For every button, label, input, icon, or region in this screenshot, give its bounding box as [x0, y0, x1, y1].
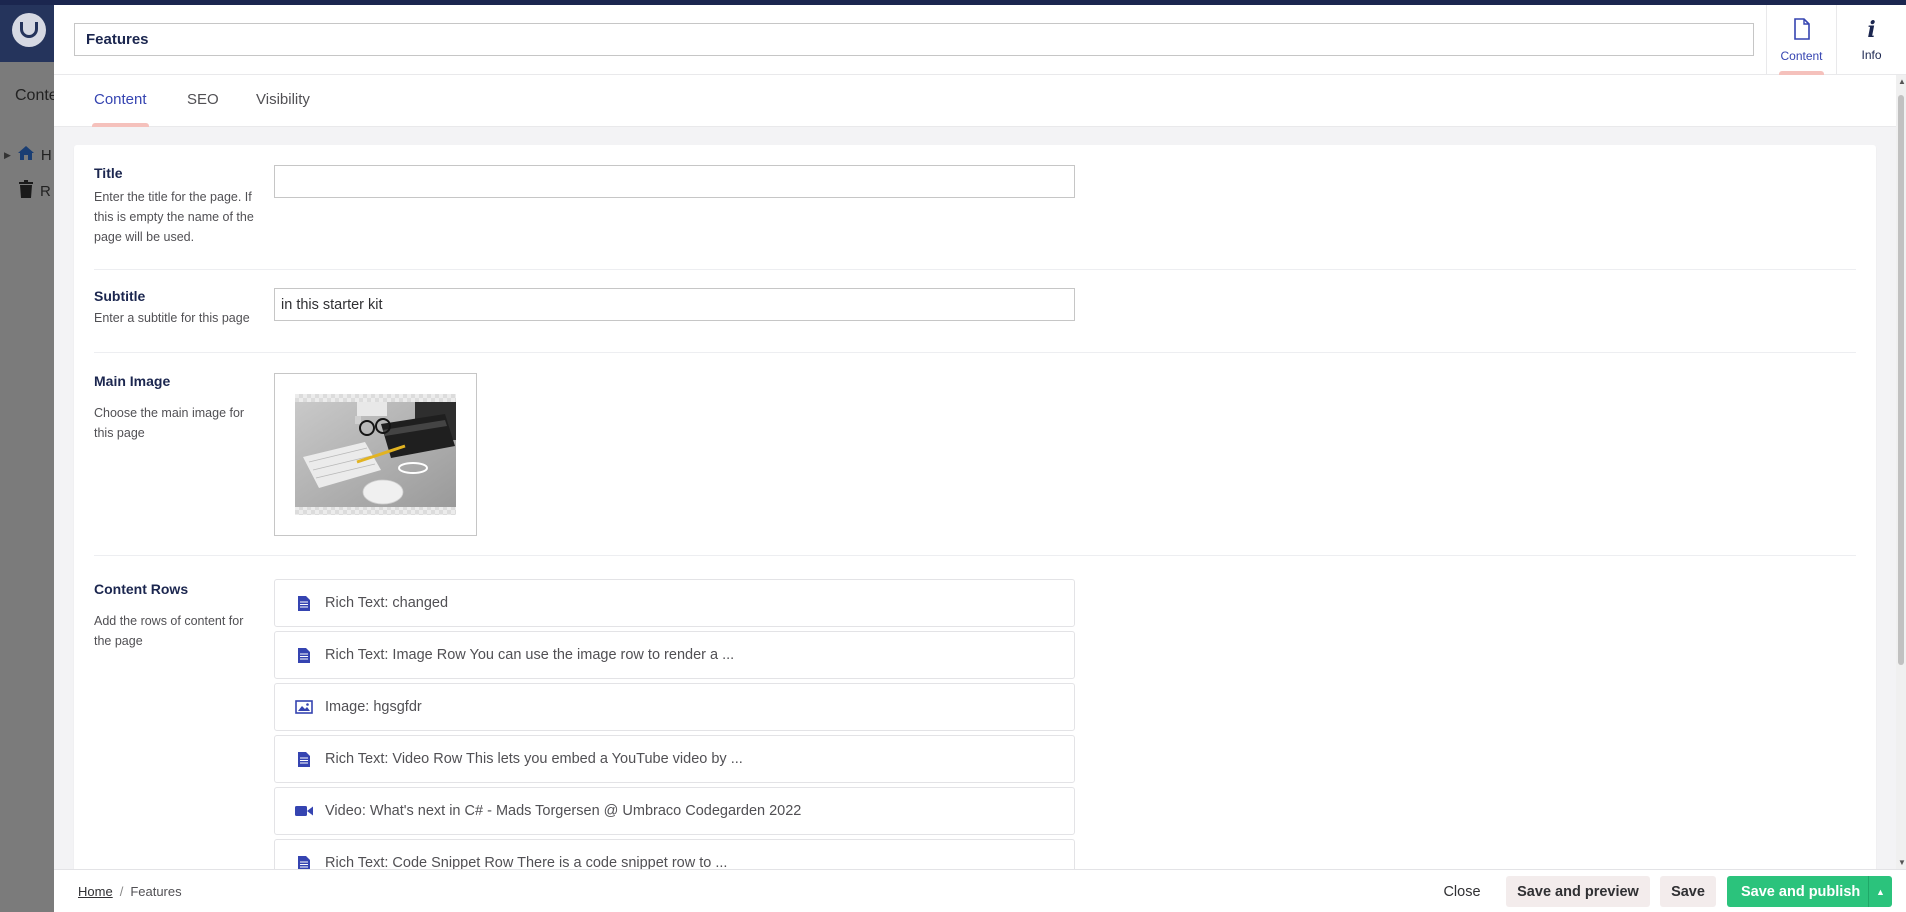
content-scroll-area[interactable]: Title Enter the title for the page. If t…: [54, 127, 1906, 869]
property-subtitle: Subtitle Enter a subtitle for this page: [94, 270, 1856, 353]
property-title: Title Enter the title for the page. If t…: [94, 165, 1856, 270]
caret-right-icon: ▶: [4, 149, 11, 160]
tab-content[interactable]: Content: [92, 75, 149, 127]
title-input[interactable]: [274, 165, 1075, 198]
app-content-label: Content: [1780, 48, 1823, 63]
app-content-button[interactable]: Content: [1766, 5, 1836, 75]
document-icon: [295, 594, 313, 612]
property-description: Add the rows of content for the page: [94, 614, 244, 648]
property-label: Title: [94, 165, 123, 181]
media-picker[interactable]: [274, 373, 477, 536]
close-button[interactable]: Close: [1434, 876, 1490, 907]
publish-options-caret-icon[interactable]: ▲: [1868, 876, 1892, 907]
tab-visibility[interactable]: Visibility: [256, 75, 310, 127]
block-label: Rich Text: changed: [325, 595, 449, 611]
document-icon: [295, 854, 313, 869]
subtitle-input[interactable]: [274, 288, 1075, 321]
save-button[interactable]: Save: [1660, 876, 1716, 907]
home-icon: [17, 144, 35, 166]
block-list-item[interactable]: Rich Text: Image Row You can use the ima…: [274, 631, 1075, 679]
tab-seo[interactable]: SEO: [187, 75, 219, 127]
save-and-publish-button[interactable]: Save and publish ▲: [1727, 876, 1892, 907]
app-info-button[interactable]: i Info: [1836, 5, 1906, 75]
editor-panel: Content i Info Content SEO Visibility Ti…: [54, 5, 1906, 912]
editor-footer: Home / Features Close Save and preview S…: [54, 869, 1906, 912]
property-main-image: Main Image Choose the main image for thi…: [94, 353, 1856, 556]
block-label: Rich Text: Image Row You can use the ima…: [325, 647, 735, 663]
background-tree-item-recycle-bin: R: [18, 180, 51, 202]
document-icon: [1793, 17, 1811, 43]
block-list-item[interactable]: Video: What's next in C# - Mads Torgerse…: [274, 787, 1075, 835]
property-content-rows: Content Rows Add the rows of content for…: [94, 556, 1856, 869]
umbraco-logo: [12, 13, 46, 47]
app-info-label: Info: [1861, 48, 1882, 62]
node-name-input[interactable]: [74, 23, 1754, 56]
save-and-preview-button[interactable]: Save and preview: [1506, 876, 1650, 907]
vertical-scrollbar[interactable]: ▲ ▼: [1896, 75, 1906, 869]
desk-photo-image: [295, 402, 456, 507]
block-label: Video: What's next in C# - Mads Torgerse…: [325, 803, 802, 819]
block-label: Image: hgsgfdr: [325, 699, 422, 715]
breadcrumb-home-link[interactable]: Home: [78, 884, 113, 899]
video-icon: [295, 802, 313, 820]
save-and-publish-label: Save and publish: [1741, 883, 1861, 900]
info-icon: i: [1867, 17, 1876, 43]
trash-icon: [18, 180, 34, 202]
scrollbar-thumb[interactable]: [1898, 95, 1904, 665]
scroll-down-icon[interactable]: ▼: [1898, 858, 1906, 867]
block-list-item[interactable]: Image: hgsgfdr: [274, 683, 1075, 731]
properties-card: Title Enter the title for the page. If t…: [74, 145, 1876, 869]
property-label: Subtitle: [94, 288, 146, 304]
property-description: Enter the title for the page. If this is…: [94, 190, 254, 244]
picture-icon: [295, 698, 313, 716]
block-list-item[interactable]: Rich Text: Code Snippet Row There is a c…: [274, 839, 1075, 869]
breadcrumb: Home / Features: [78, 870, 182, 912]
tab-bar: Content SEO Visibility: [54, 75, 1906, 127]
property-label: Main Image: [94, 373, 171, 389]
block-label: Rich Text: Video Row This lets you embed…: [325, 751, 743, 767]
background-logo-strip: [0, 0, 54, 62]
block-label: Rich Text: Code Snippet Row There is a c…: [325, 855, 728, 869]
property-description: Choose the main image for this page: [94, 406, 245, 440]
breadcrumb-current: Features: [130, 884, 182, 899]
background-tree-item-home: ▶ H: [4, 144, 52, 166]
document-icon: [295, 750, 313, 768]
document-icon: [295, 646, 313, 664]
property-description: Enter a subtitle for this page: [94, 311, 250, 325]
breadcrumb-separator: /: [119, 884, 124, 899]
background-section-title: Conte: [15, 87, 58, 104]
background-sidebar: [0, 0, 54, 912]
property-label: Content Rows: [94, 581, 189, 597]
block-list-item[interactable]: Rich Text: changed: [274, 579, 1075, 627]
scroll-up-icon[interactable]: ▲: [1898, 77, 1906, 86]
block-list-item[interactable]: Rich Text: Video Row This lets you embed…: [274, 735, 1075, 783]
block-list: Rich Text: changed Rich Text: Image Row …: [274, 579, 1075, 869]
editor-header: Content i Info: [54, 5, 1906, 75]
media-thumbnail[interactable]: [295, 394, 456, 515]
